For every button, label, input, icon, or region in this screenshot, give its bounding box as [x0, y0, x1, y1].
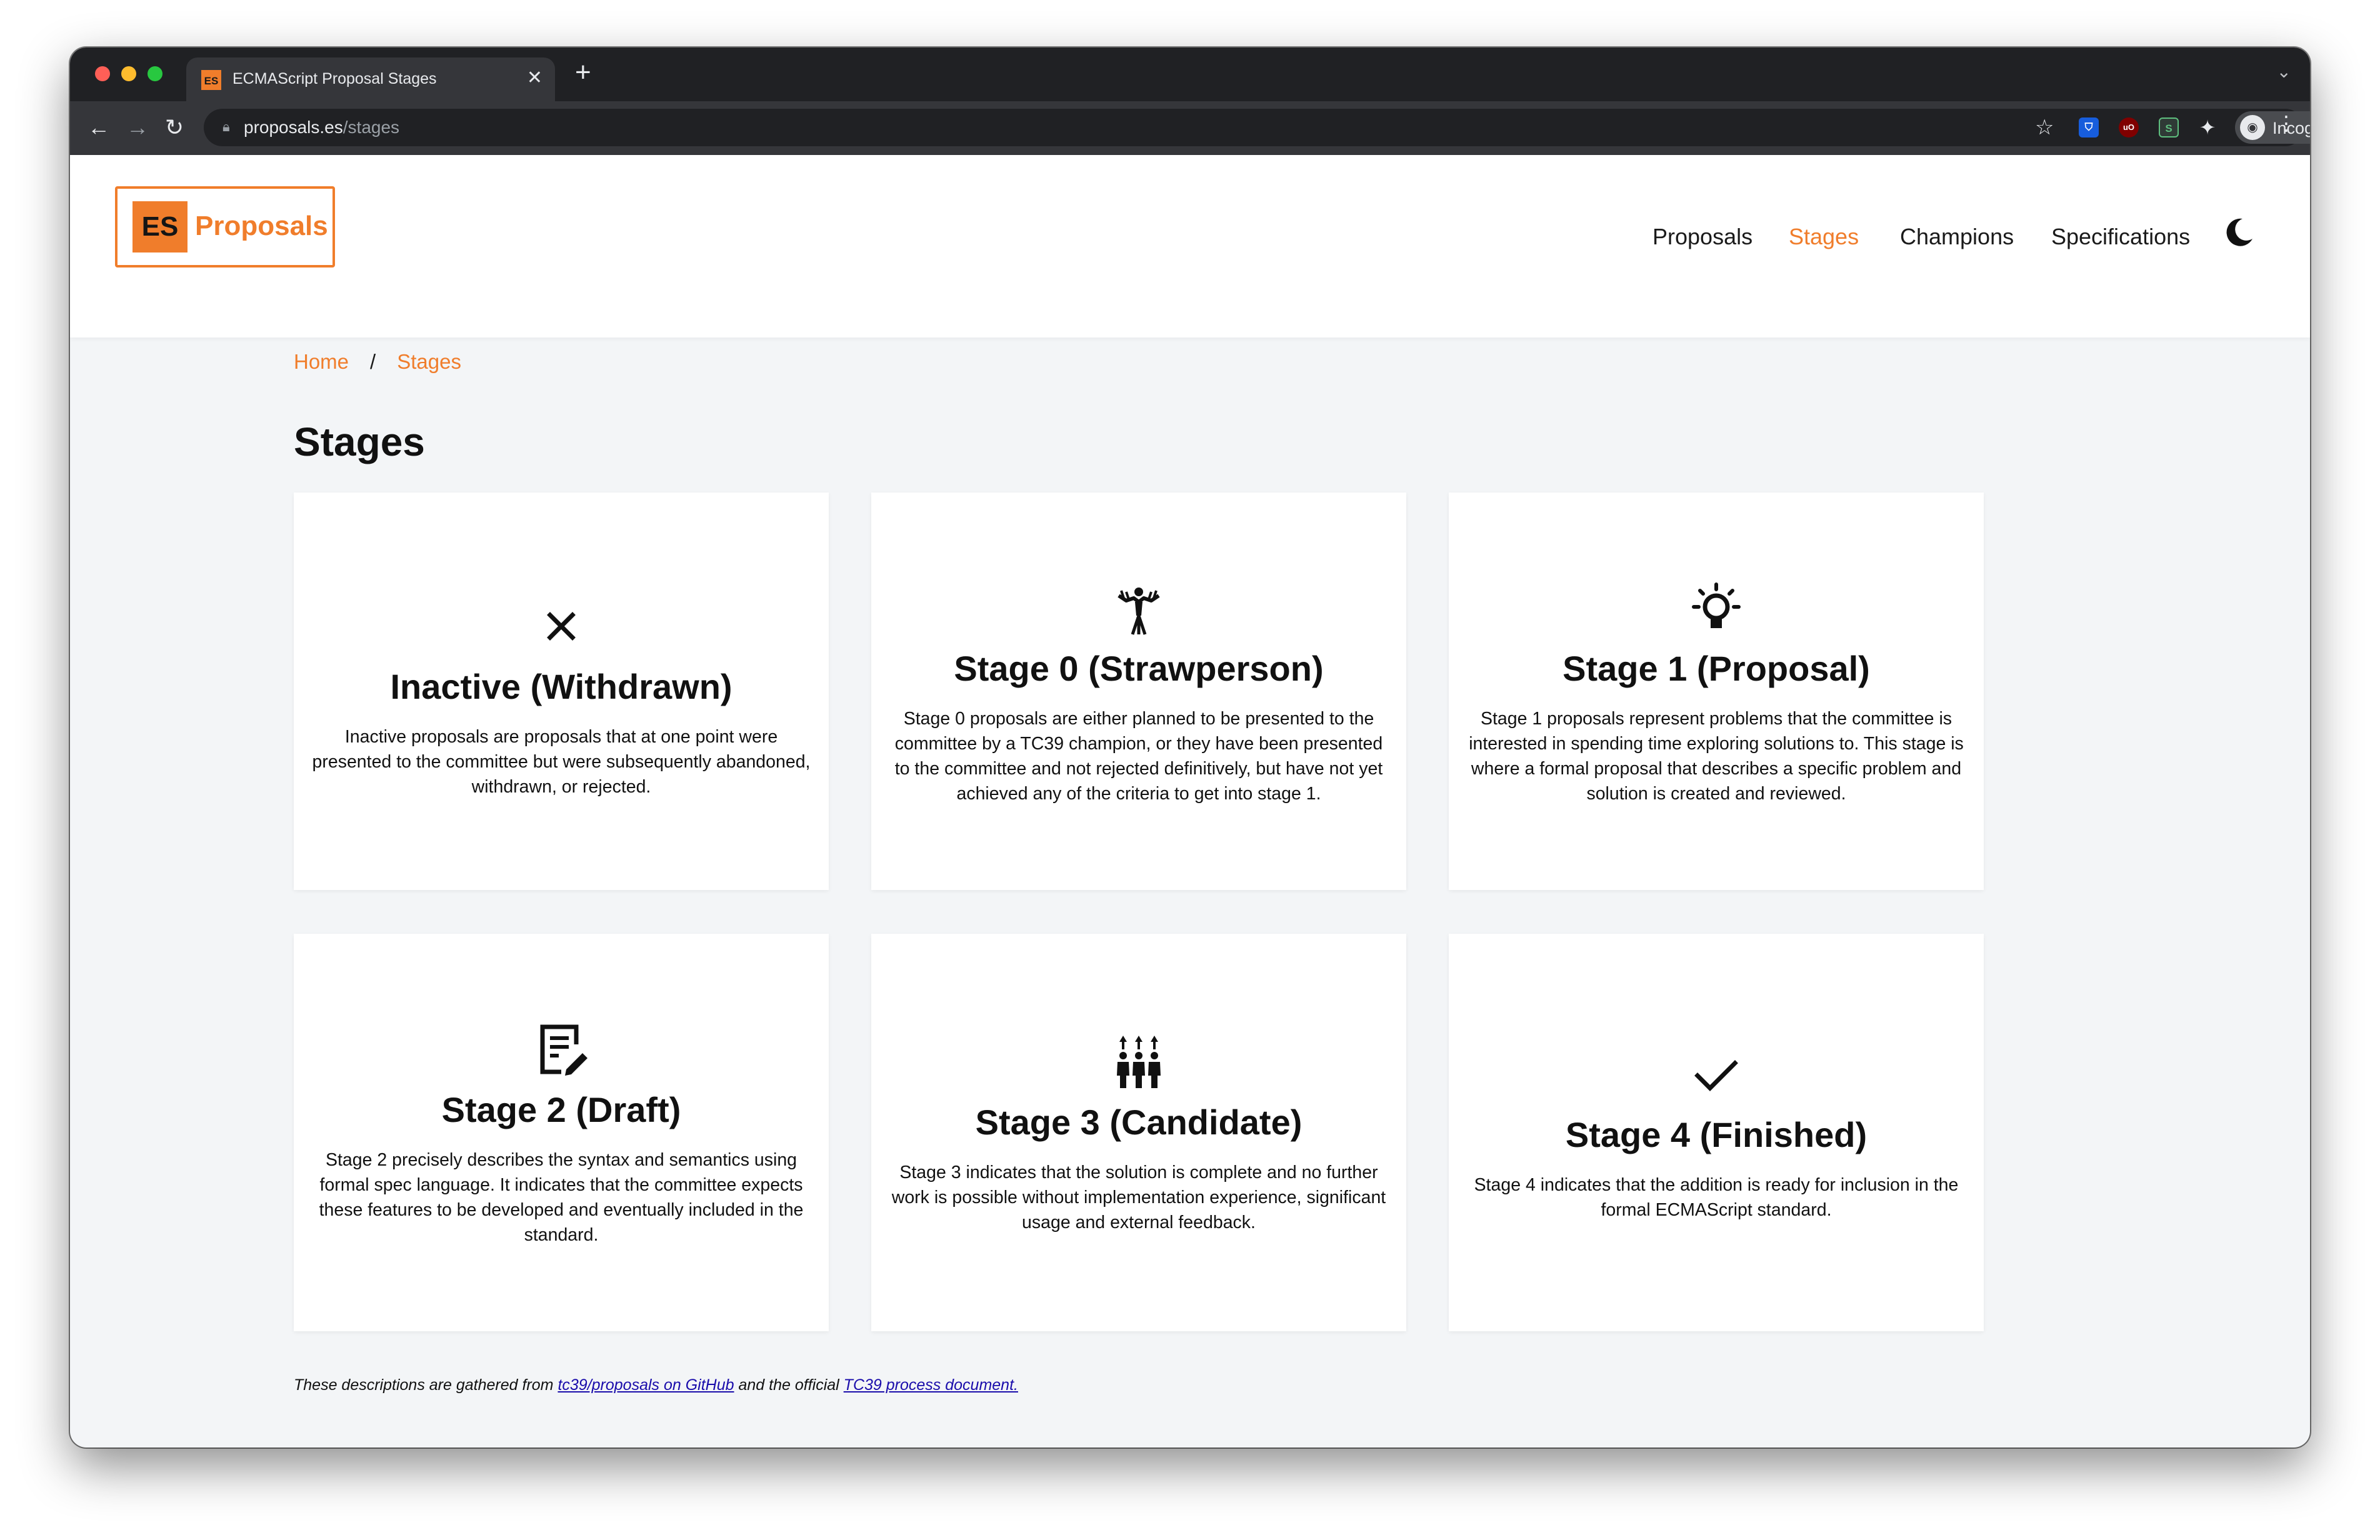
- stage-card-description: Stage 1 proposals represent problems tha…: [1469, 708, 1964, 804]
- tab-title: ECMAScript Proposal Stages: [232, 70, 437, 88]
- favicon-icon: ES: [201, 70, 221, 90]
- stage-card-stage-1[interactable]: Stage 1 (Proposal) Stage 1 proposals rep…: [1449, 492, 1984, 890]
- nav-specifications[interactable]: Specifications: [2051, 224, 2190, 250]
- tc39-proposals-link[interactable]: tc39/proposals on GitHub: [558, 1376, 734, 1394]
- stage-card-description: Stage 3 indicates that the solution is c…: [891, 1162, 1386, 1232]
- address-bar[interactable]: 🔒︎ proposals.es/stages ☆ ⛉ uO S ✦ ◉ Inco…: [204, 109, 2310, 146]
- browser-toolbar: ← → ↻ 🔒︎ proposals.es/stages ☆ ⛉ uO S ✦ …: [70, 101, 2310, 155]
- nav-stages[interactable]: Stages: [1789, 224, 1859, 250]
- incognito-profile-button[interactable]: ◉ Incognito (2): [2235, 111, 2310, 144]
- close-icon: [530, 595, 592, 658]
- forward-arrow-icon[interactable]: →: [126, 114, 149, 141]
- footnote-middle: and the official: [734, 1376, 844, 1394]
- dark-mode-moon-icon[interactable]: [2221, 215, 2256, 250]
- incognito-icon: ◉: [2240, 115, 2265, 140]
- close-window-button[interactable]: [95, 66, 110, 81]
- breadcrumb-current[interactable]: Stages: [397, 350, 461, 373]
- stage-card-inactive[interactable]: Inactive (Withdrawn) Inactive proposals …: [294, 492, 829, 890]
- bookmark-star-icon[interactable]: ☆: [2035, 115, 2054, 140]
- stage-card-description: Stage 4 indicates that the addition is r…: [1474, 1174, 1959, 1220]
- active-tab[interactable]: ES ECMAScript Proposal Stages ✕: [186, 58, 555, 101]
- new-tab-icon[interactable]: +: [575, 56, 591, 89]
- nav-proposals[interactable]: Proposals: [1652, 224, 1752, 250]
- chrome-menu-icon[interactable]: ⋮: [2276, 111, 2296, 135]
- stage-card-title: Stage 2 (Draft): [441, 1089, 681, 1129]
- url-text[interactable]: proposals.es/stages: [244, 118, 399, 138]
- footnote-prefix: These descriptions are gathered from: [294, 1376, 558, 1394]
- nav-champions[interactable]: Champions: [1900, 224, 2014, 250]
- browser-window: ES ECMAScript Proposal Stages ✕ + ⌄ ← → …: [70, 48, 2310, 1448]
- stage-card-title: Stage 4 (Finished): [1565, 1114, 1868, 1154]
- stage-card-title: Stage 3 (Candidate): [975, 1102, 1302, 1142]
- stage-card-description: Stage 2 precisely describes the syntax a…: [319, 1149, 804, 1245]
- maximize-window-button[interactable]: [148, 66, 162, 81]
- logo-mark: ES: [132, 201, 188, 252]
- checkmark-icon: [1685, 1043, 1748, 1106]
- stage-card-title: Inactive (Withdrawn): [390, 666, 732, 706]
- breadcrumb-home[interactable]: Home: [294, 350, 349, 373]
- breadcrumb: Home / Stages: [294, 350, 461, 374]
- reload-icon[interactable]: ↻: [165, 114, 184, 141]
- s-extension-icon[interactable]: S: [2159, 118, 2179, 138]
- page-title: Stages: [294, 419, 425, 464]
- minimize-window-button[interactable]: [121, 66, 136, 81]
- ublock-icon[interactable]: uO: [2119, 118, 2139, 138]
- logo-text: Proposals: [195, 211, 328, 241]
- stage-card-stage-4[interactable]: Stage 4 (Finished) Stage 4 indicates tha…: [1449, 934, 1984, 1331]
- site-logo[interactable]: ES Proposals: [115, 186, 335, 268]
- scarecrow-icon: [1108, 577, 1170, 639]
- stage-card-stage-3[interactable]: Stage 3 (Candidate) Stage 3 indicates th…: [871, 934, 1406, 1331]
- breadcrumb-separator: /: [370, 350, 376, 373]
- tc39-process-link[interactable]: TC39 process document.: [844, 1376, 1018, 1394]
- back-arrow-icon[interactable]: ←: [88, 114, 110, 141]
- stage-card-title: Stage 0 (Strawperson): [954, 648, 1324, 688]
- stage-card-description: Stage 0 proposals are either planned to …: [894, 708, 1383, 804]
- stage-card-stage-0[interactable]: Stage 0 (Strawperson) Stage 0 proposals …: [871, 492, 1406, 890]
- candidates-icon: [1108, 1031, 1170, 1093]
- site-header: ES Proposals Proposals Stages Champions …: [70, 155, 2310, 338]
- lightbulb-icon: [1685, 577, 1748, 639]
- tab-search-chevron-icon[interactable]: ⌄: [2277, 61, 2291, 82]
- tab-strip: ES ECMAScript Proposal Stages ✕ + ⌄: [70, 48, 2310, 101]
- stage-card-stage-2[interactable]: Stage 2 (Draft) Stage 2 precisely descri…: [294, 934, 829, 1331]
- puzzle-icon[interactable]: ✦: [2198, 118, 2218, 138]
- stage-card-description: Inactive proposals are proposals that at…: [312, 726, 811, 797]
- tab-close-icon[interactable]: ✕: [527, 68, 542, 89]
- lock-icon[interactable]: 🔒︎: [222, 119, 230, 135]
- bitwarden-icon[interactable]: ⛉: [2079, 118, 2099, 138]
- stage-card-title: Stage 1 (Proposal): [1562, 648, 1870, 688]
- footnote: These descriptions are gathered from tc3…: [294, 1376, 1018, 1394]
- edit-document-icon: [530, 1018, 592, 1081]
